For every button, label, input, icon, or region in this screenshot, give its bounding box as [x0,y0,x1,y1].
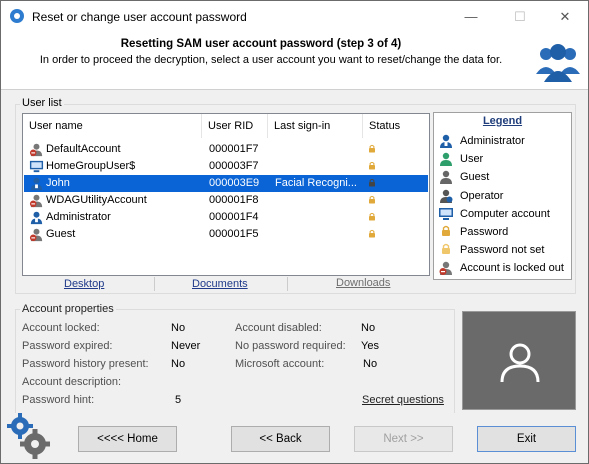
status-lock-icon [369,229,375,238]
main-window: Reset or change user account password — … [0,0,589,464]
account-disabled-label: Account disabled: [235,322,322,334]
table-row[interactable]: Guest 000001F5 [24,226,428,243]
user-name-cell: WDAGUtilityAccount [46,194,147,206]
status-lock-icon [369,144,375,153]
legend-item-label: Guest [460,171,490,184]
column-last-sign-in[interactable]: Last sign-in [268,114,363,138]
password-expired-value: Never [171,340,201,352]
column-user-rid[interactable]: User RID [202,114,268,138]
user-rid-cell: 000001F5 [209,228,259,240]
maximize-button[interactable]: ☐ [497,1,543,32]
settings-gears-icon[interactable] [7,412,51,460]
user-list-table[interactable]: User name User RID Last sign-in Status D… [22,113,430,276]
user-name-cell: John [46,177,70,189]
column-status[interactable]: Status [363,114,410,138]
status-lock-icon [369,178,375,187]
column-user-name[interactable]: User name [23,114,202,138]
locked-user-icon [29,228,43,242]
password-hint-value: 5 [175,394,182,406]
secret-questions-link[interactable]: Secret questions [362,394,444,406]
step-title: Resetting SAM user account password (ste… [120,38,402,50]
no-password-required-label: No password required: [235,340,346,352]
user-rid-cell: 000001F7 [209,143,259,155]
operator-icon [440,189,453,203]
step-description: In order to proceed the decryption, sele… [39,54,503,66]
microsoft-account-value: No [363,358,378,370]
user-rid-cell: 000001F8 [209,194,259,206]
user-rid-cell: 000001F4 [209,211,259,223]
account-disabled-value: No [361,322,376,334]
locked-user-icon [29,194,43,208]
computer-account-icon [29,160,44,173]
app-icon [10,9,24,23]
account-locked-label: Account locked: [22,322,100,334]
password-not-set-icon [442,243,450,255]
account-properties-label: Account properties [20,303,116,315]
downloads-link[interactable]: Downloads [336,277,390,289]
user-name-cell: Administrator [46,211,111,223]
password-lock-icon [442,225,450,236]
administrator-icon [30,211,43,225]
password-history-label: Password history present: [22,358,149,370]
account-description-label: Account description: [22,376,122,388]
last-sign-in-cell: Facial Recogni... [275,177,357,189]
link-separator [287,277,288,291]
table-row[interactable]: WDAGUtilityAccount 000001F8 [24,192,428,209]
locked-out-icon [439,262,452,276]
exit-button-label: Exit [516,433,537,445]
microsoft-account-label: Microsoft account: [235,358,325,370]
legend-item-label: Password [460,226,509,238]
link-separator [154,277,155,291]
legend-item-label: Password not set [460,244,545,257]
table-row[interactable]: Administrator 000001F4 [24,209,428,226]
legend-title: Legend [482,115,523,127]
no-password-required-value: Yes [361,340,379,352]
legend-item-label: Administrator [460,135,525,147]
computer-account-icon [439,207,453,220]
window-title: Reset or change user account password [32,10,247,24]
user-name-cell: DefaultAccount [46,143,121,155]
legend-panel: Legend Administrator User Guest Operator Com… [433,112,572,280]
exit-button[interactable]: Exit [477,426,576,452]
user-rid-cell: 000003E9 [209,177,260,189]
title-bar: Reset or change user account password — … [1,1,588,32]
back-button[interactable]: << Back [231,426,330,452]
user-name-cell: HomeGroupUser$ [46,160,136,172]
users-group-icon [536,44,580,82]
administrator-icon [440,134,452,148]
minimize-button[interactable]: — [448,1,494,32]
user-list-label: User list [20,97,64,109]
status-lock-icon [369,212,375,221]
account-locked-value: No [171,322,186,334]
user-avatar-icon [500,343,540,383]
guest-icon [440,171,452,185]
status-lock-icon [369,161,375,170]
locked-user-icon [29,143,43,157]
password-hint-label: Password hint: [22,394,95,406]
close-button[interactable]: ✕ [542,1,588,32]
user-name-cell: Guest [46,228,76,240]
password-history-value: No [171,358,186,370]
desktop-link[interactable]: Desktop [64,278,104,290]
password-expired-label: Password expired: [22,340,113,352]
next-button[interactable]: Next >> [354,426,453,452]
home-button[interactable]: <<<< Home [78,426,177,452]
status-lock-icon [369,195,375,204]
user-rid-cell: 000003F7 [209,160,259,172]
legend-item-label: Computer account [460,207,550,220]
legend-item-label: User [460,153,484,166]
table-row[interactable]: John 000003E9 Facial Recogni... [24,175,428,192]
home-button-label: <<<< Home [97,433,158,445]
documents-link[interactable]: Documents [192,278,248,290]
administrator-icon [30,177,43,191]
user-picture [462,311,576,410]
next-button-label: Next >> [383,433,424,445]
user-icon [440,152,452,167]
wizard-header: Resetting SAM user account password (ste… [1,32,588,90]
table-row[interactable]: HomeGroupUser$ 000003F7 [24,158,428,175]
legend-item-label: Account is locked out [460,262,564,275]
legend-item-label: Operator [460,189,504,202]
back-button-label: << Back [259,433,302,445]
table-row[interactable]: DefaultAccount 000001F7 [24,141,428,158]
